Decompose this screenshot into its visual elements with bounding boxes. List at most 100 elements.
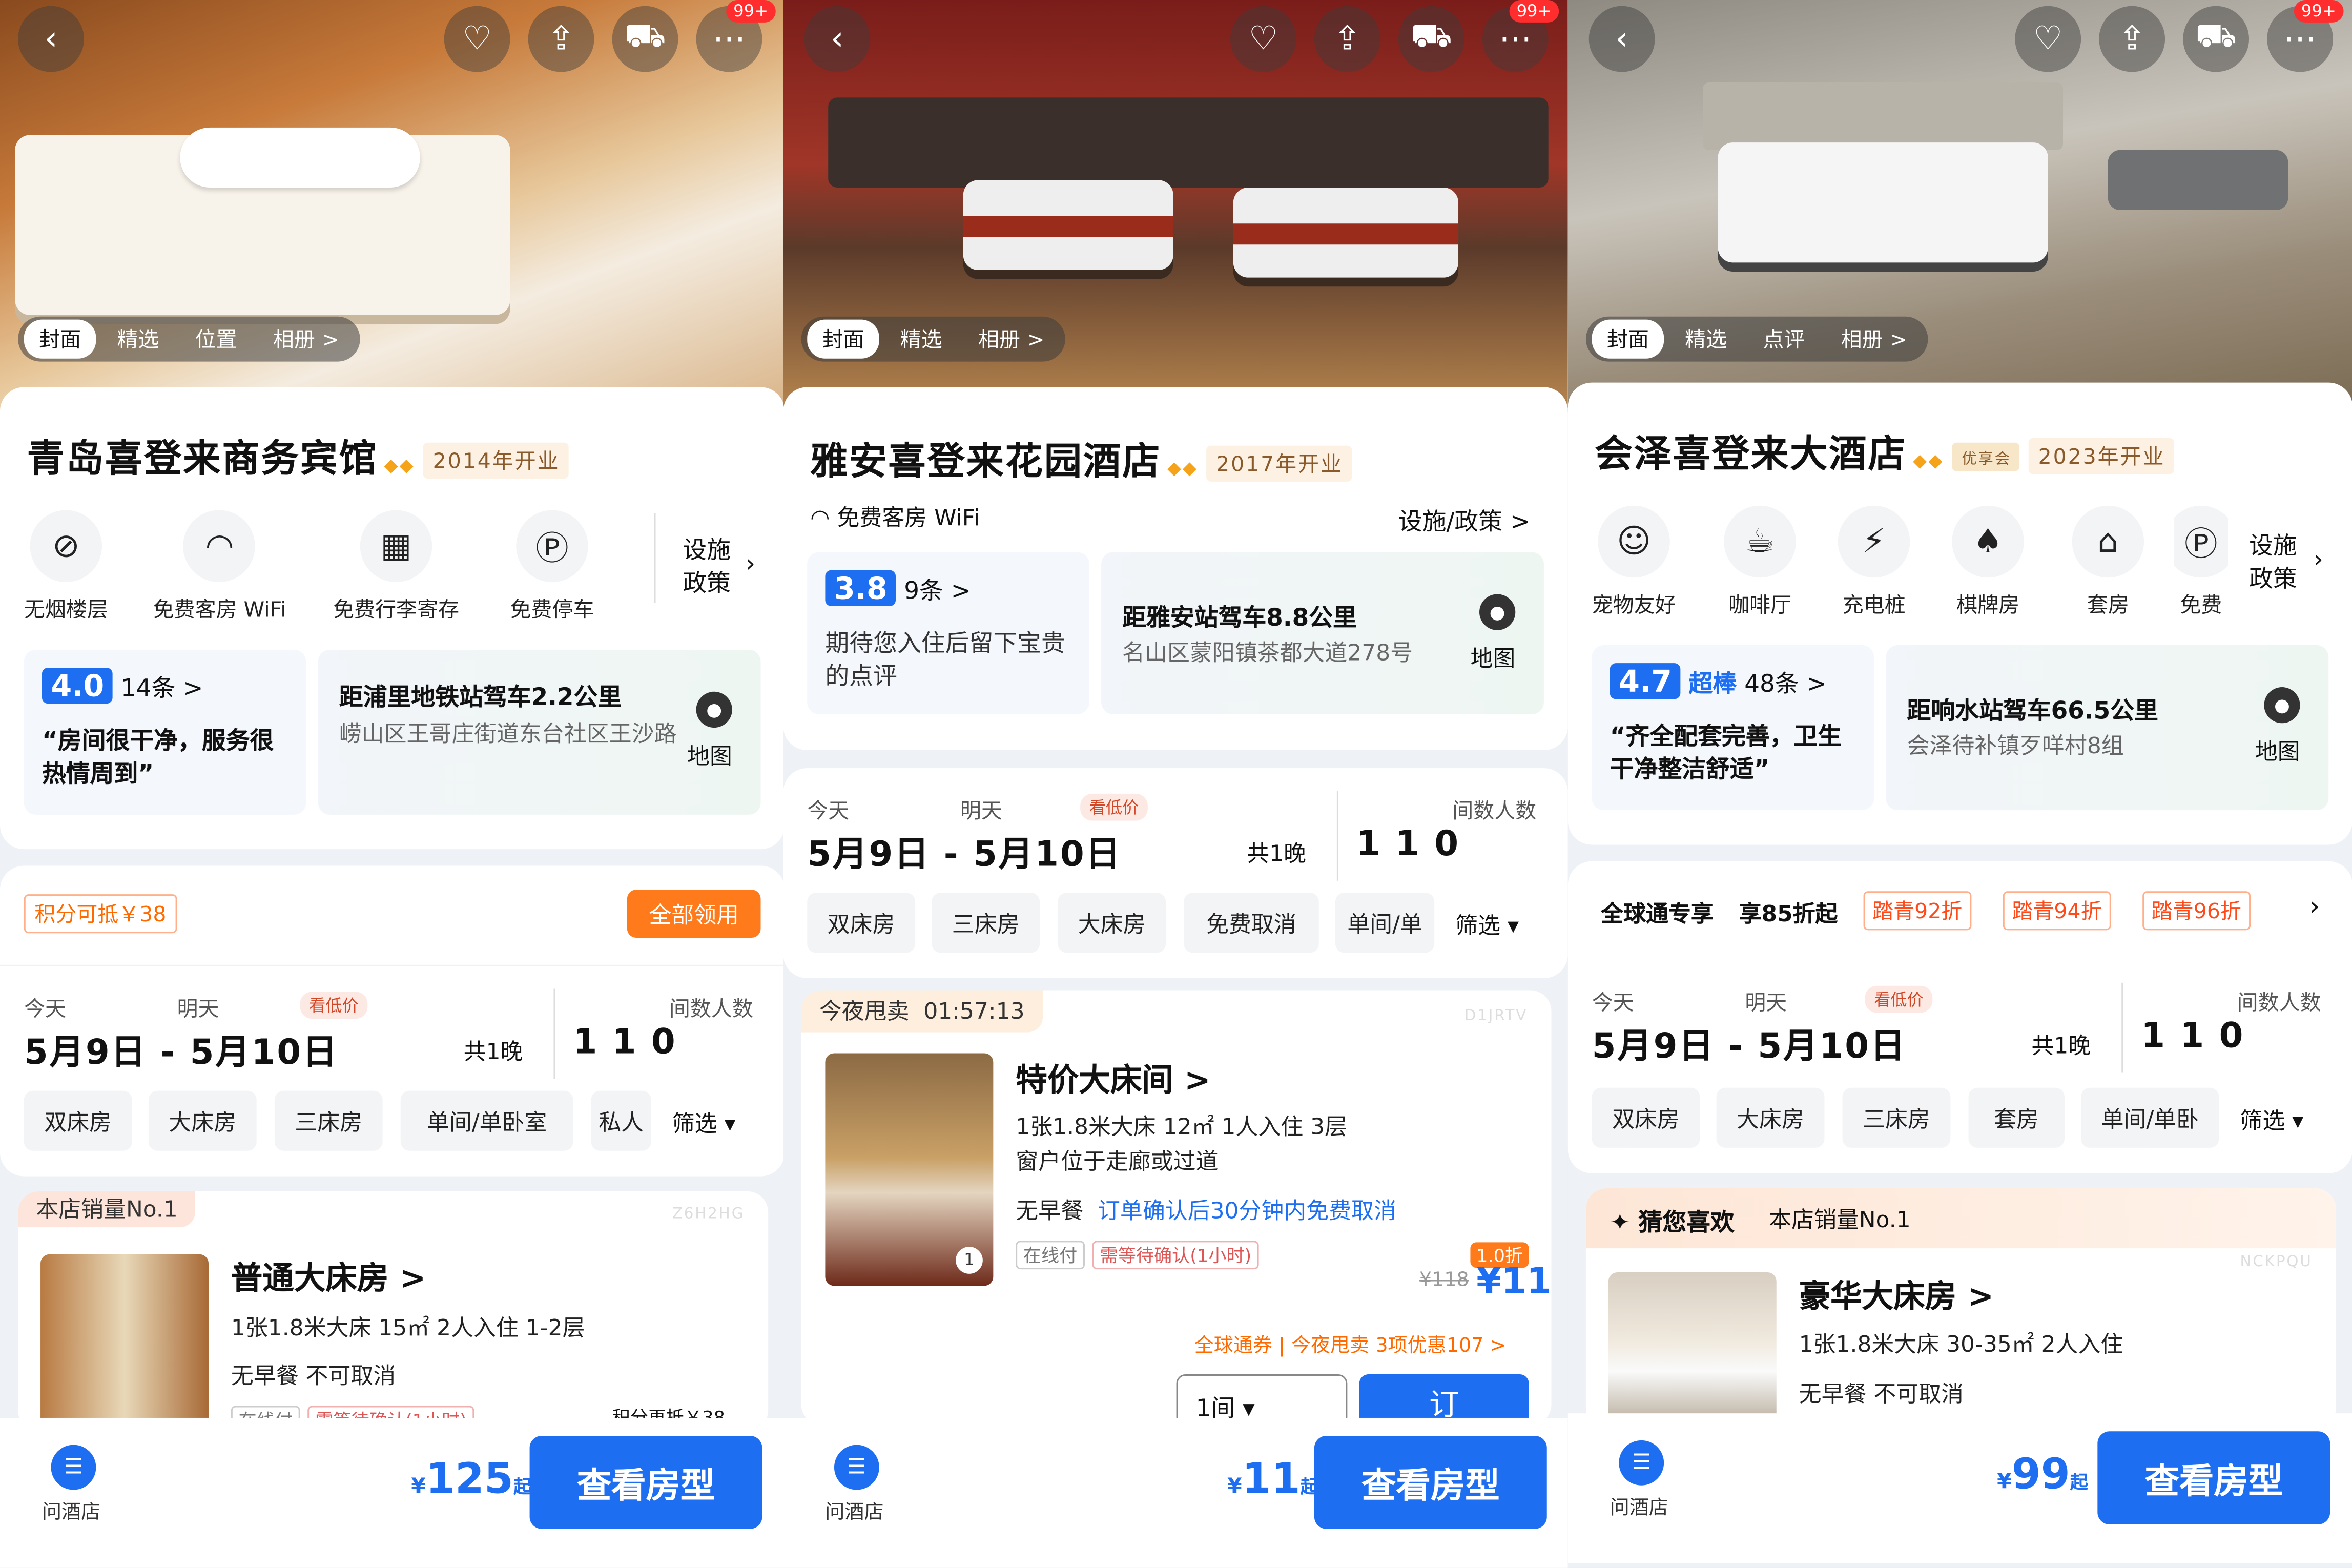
back-icon[interactable]: ‹ <box>18 6 84 72</box>
tab-location[interactable]: 位置 <box>180 320 252 359</box>
tab-album[interactable]: 相册 > <box>258 320 355 359</box>
ask-hotel-label[interactable]: 问酒店 <box>1610 1491 1668 1520</box>
ask-hotel-label[interactable]: 问酒店 <box>42 1496 100 1524</box>
chip-room-type[interactable]: 单间/单 <box>1335 893 1435 953</box>
hotel-photo[interactable]: ‹ ♡ ⇪ ⛟ ⋯ 99+ 封面 精选 相册 > <box>783 0 1568 413</box>
promo-bar[interactable]: 全球通专享 享85折起 踏青92折 踏青94折 踏青96折 › <box>1567 861 2352 963</box>
tab-select[interactable]: 精选 <box>885 320 958 359</box>
chip-room-type[interactable]: 单间/单卧 <box>2081 1087 2219 1148</box>
tab-select[interactable]: 精选 <box>102 320 174 359</box>
room-title[interactable]: 普通大床房 > <box>231 1254 426 1299</box>
view-rooms-button[interactable]: 查看房型 <box>1314 1436 1547 1529</box>
share-icon[interactable]: ⇪ <box>2099 6 2165 72</box>
room-thumbnail[interactable] <box>1608 1272 1777 1429</box>
date-bar[interactable]: 今天 明天 看低价 5月9日 - 5月10日 共1晚 间数人数 1 1 0 双床… <box>0 966 785 1177</box>
favorite-icon[interactable]: ♡ <box>444 6 510 72</box>
current-price: ¥11 <box>1476 1260 1552 1303</box>
filter-button[interactable]: 筛选 ▾ <box>672 1107 736 1139</box>
chip-room-type[interactable]: 双床房 <box>24 1090 132 1151</box>
chip-room-type[interactable]: 双床房 <box>1592 1087 1700 1148</box>
chip-room-type[interactable]: 大床房 <box>1058 893 1166 953</box>
tab-reviews[interactable]: 点评 <box>1748 320 1820 359</box>
rating-box[interactable]: 4.0 14条 > “房间很干净，服务很热情周到” <box>24 649 306 815</box>
low-price-tag[interactable]: 看低价 <box>1865 985 1933 1013</box>
tab-album[interactable]: 相册 > <box>1826 320 1922 359</box>
cart-icon[interactable]: ⛟ <box>1398 6 1464 72</box>
chip-room-type[interactable]: 套房 <box>1968 1087 2065 1148</box>
promo-line[interactable]: 全球通券 | 今夜甩卖 3项优惠107 > <box>1194 1329 1507 1358</box>
room-title[interactable]: 豪华大床房 > <box>1799 1272 1994 1317</box>
room-card[interactable]: 本店销量No.1 Z6H2HG 普通大床房 > 1张1.8米大床 15㎡ 2人入… <box>18 1191 769 1432</box>
share-icon[interactable]: ⇪ <box>1314 6 1380 72</box>
favorite-icon[interactable]: ♡ <box>2015 6 2081 72</box>
chip-room-type[interactable]: 三床房 <box>1842 1087 1951 1148</box>
view-rooms-button[interactable]: 查看房型 <box>2097 1431 2330 1524</box>
wifi-facility[interactable]: ◠ 免费客房 WiFi <box>810 501 980 532</box>
facility-cafe[interactable]: ☕ 咖啡厅 <box>1724 505 1796 620</box>
chip-room-type[interactable]: 双床房 <box>807 893 916 953</box>
view-rooms-button[interactable]: 查看房型 <box>529 1436 762 1529</box>
facility-charger[interactable]: ⚡ 充电桩 <box>1838 505 1910 620</box>
cart-icon[interactable]: ⛟ <box>612 6 678 72</box>
guests-value[interactable]: 1 1 0 <box>1356 825 1460 864</box>
low-price-tag[interactable]: 看低价 <box>1080 793 1148 821</box>
hotel-photo[interactable]: ‹ ♡ ⇪ ⛟ ⋯ 99+ 封面 精选 位置 相册 > <box>0 0 785 413</box>
location-box[interactable]: 距浦里地铁站驾车2.2公里 崂山区王哥庄街道东台社区王沙路 ● 地图 <box>318 649 761 815</box>
back-icon[interactable]: ‹ <box>1588 6 1655 72</box>
facility-free[interactable]: Ⓟ 免费 <box>2174 505 2229 620</box>
chip-room-type[interactable]: 免费取消 <box>1184 893 1319 953</box>
chat-icon[interactable]: ☰ <box>834 1445 879 1490</box>
rating-box[interactable]: 3.8 9条 > 期待您入住后留下宝贵的点评 <box>807 552 1089 714</box>
promo-chip[interactable]: 踏青94折 <box>2003 891 2111 931</box>
location-box[interactable]: 距雅安站驾车8.8公里 名山区蒙阳镇茶都大道278号 ● 地图 <box>1101 552 1544 714</box>
room-card[interactable]: ✦ 猜您喜欢 本店销量No.1 NCKPQU 豪华大床房 > 1张1.8米大床 … <box>1585 1188 2336 1429</box>
filter-button[interactable]: 筛选 ▾ <box>1455 909 1519 940</box>
facility-wifi[interactable]: ◠ 免费客房 WiFi <box>153 510 286 625</box>
tab-cover[interactable]: 封面 <box>24 319 96 359</box>
guests-value[interactable]: 1 1 0 <box>2141 1017 2244 1056</box>
favorite-icon[interactable]: ♡ <box>1230 6 1296 72</box>
chip-room-type[interactable]: 私人 <box>591 1090 651 1151</box>
claim-all-button[interactable]: 全部领用 <box>627 890 761 938</box>
chevron-right-icon[interactable]: › <box>2309 891 2320 922</box>
location-box[interactable]: 距响水站驾车66.5公里 会泽待补镇歹咩村8组 ● 地图 <box>1886 645 2329 811</box>
facility-policy-link[interactable]: 设施/政策 > <box>1398 501 1530 537</box>
wifi-icon: ◠ <box>183 510 256 583</box>
share-icon[interactable]: ⇪ <box>528 6 594 72</box>
tab-album[interactable]: 相册 > <box>963 320 1060 359</box>
chat-icon[interactable]: ☰ <box>51 1445 96 1490</box>
promo-chip[interactable]: 踏青96折 <box>2142 891 2251 931</box>
sparkle-icon: ✦ <box>1610 1208 1630 1236</box>
facility-parking[interactable]: Ⓟ 免费停车 <box>510 510 594 625</box>
facility-chess[interactable]: ♠ 棋牌房 <box>1952 505 2024 620</box>
rating-box[interactable]: 4.7 超棒 48条 > “齐全配套完善，卫生干净整洁舒适” <box>1592 645 1874 811</box>
room-card[interactable]: 今夜甩卖 01:57:13 D1JRTV 1 特价大床间 > 1张1.8米大床 … <box>801 990 1552 1426</box>
chat-icon[interactable]: ☰ <box>1619 1440 1664 1486</box>
tab-cover[interactable]: 封面 <box>1592 319 1664 359</box>
hotel-photo[interactable]: ‹ ♡ ⇪ ⛟ ⋯ 99+ 封面 精选 点评 相册 > <box>1567 0 2352 413</box>
room-title[interactable]: 特价大床间 > <box>1016 1056 1210 1101</box>
ask-hotel-label[interactable]: 问酒店 <box>825 1496 883 1524</box>
room-thumbnail[interactable] <box>40 1254 209 1432</box>
back-icon[interactable]: ‹ <box>804 6 871 72</box>
facility-nosmoke[interactable]: ⊘ 无烟楼层 <box>24 510 108 625</box>
facility-policy-link[interactable]: 设施 政策 <box>2249 530 2297 596</box>
date-bar[interactable]: 今天 明天 看低价 5月9日 - 5月10日 共1晚 间数人数 1 1 0 双床… <box>783 768 1568 979</box>
date-bar[interactable]: 今天 明天 看低价 5月9日 - 5月10日 共1晚 间数人数 1 1 0 双床… <box>1567 963 2352 1173</box>
chip-room-type[interactable]: 三床房 <box>932 893 1040 953</box>
guests-value[interactable]: 1 1 0 <box>573 1023 676 1062</box>
facility-luggage[interactable]: ▦ 免费行李寄存 <box>333 510 459 625</box>
chip-room-type[interactable]: 单间/单卧室 <box>400 1090 573 1151</box>
facility-suite[interactable]: ⌂ 套房 <box>2072 505 2144 620</box>
cart-icon[interactable]: ⛟ <box>2183 6 2250 72</box>
facility-pet[interactable]: ☺ 宠物友好 <box>1592 505 1676 620</box>
filter-button[interactable]: 筛选 ▾ <box>2240 1104 2304 1136</box>
tab-select[interactable]: 精选 <box>1670 320 1742 359</box>
chip-room-type[interactable]: 大床房 <box>1716 1087 1825 1148</box>
chip-room-type[interactable]: 三床房 <box>274 1090 383 1151</box>
tab-cover[interactable]: 封面 <box>807 319 879 359</box>
low-price-tag[interactable]: 看低价 <box>300 992 368 1019</box>
chip-room-type[interactable]: 大床房 <box>148 1090 257 1151</box>
facility-policy-link[interactable]: 设施 政策 <box>683 534 731 600</box>
promo-chip[interactable]: 踏青92折 <box>1863 891 1971 931</box>
